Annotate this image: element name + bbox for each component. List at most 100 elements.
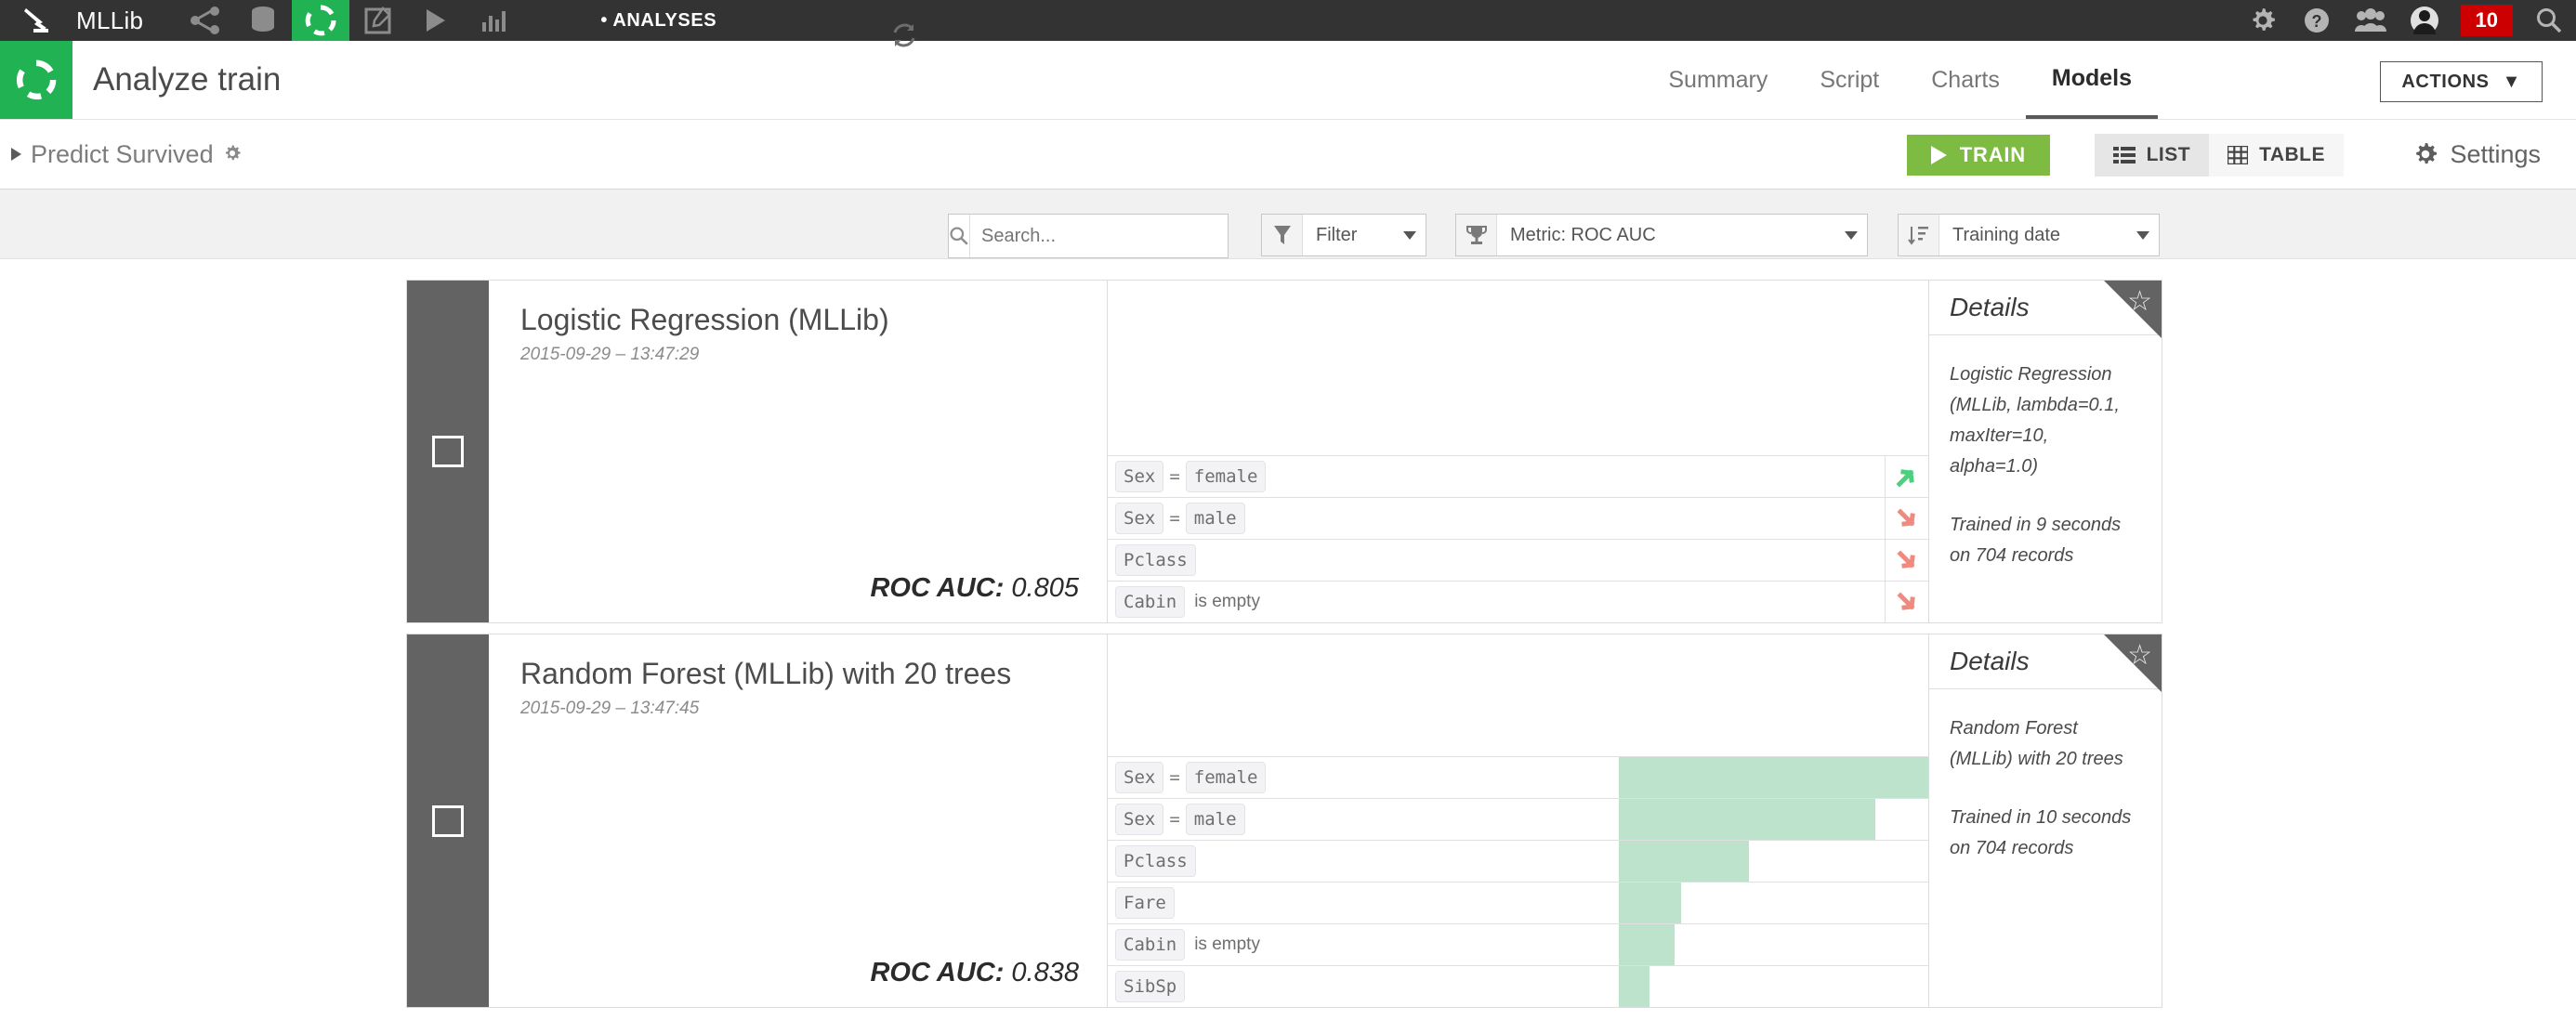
actions-button-label: ACTIONS	[2401, 71, 2490, 92]
sort-icon	[1899, 215, 1939, 255]
admin-settings-button[interactable]	[2236, 0, 2290, 41]
variable-direction	[1885, 498, 1928, 539]
variable-label: Pclass	[1108, 841, 1619, 882]
model-card[interactable]: Logistic Regression (MLLib) 2015-09-29 –…	[406, 280, 2162, 623]
model-checkbox[interactable]	[432, 436, 464, 467]
model-metric-value: 0.838	[1011, 958, 1079, 987]
variable-value: male	[1185, 804, 1245, 835]
train-button[interactable]: TRAIN	[1906, 135, 2050, 176]
variable-bar-zone	[1619, 582, 1885, 622]
tab-script[interactable]: Script	[1794, 41, 1905, 119]
tab-models[interactable]: Models	[2025, 41, 2158, 119]
view-table-label: TABLE	[2259, 144, 2325, 165]
global-search-button[interactable]	[2522, 0, 2576, 41]
nav-analyses[interactable]	[292, 0, 350, 41]
variable-bar	[1619, 841, 1749, 882]
variable-value: male	[1185, 503, 1245, 534]
play-icon	[1930, 146, 1947, 164]
search-icon	[949, 215, 970, 257]
metric-dropdown[interactable]: Metric: ROC AUC	[1455, 214, 1868, 256]
star-icon[interactable]: ☆	[2127, 642, 2152, 670]
view-list-button[interactable]: LIST	[2094, 134, 2210, 177]
view-table-button[interactable]: TABLE	[2209, 134, 2344, 177]
variable-bar	[1619, 924, 1675, 965]
arrow-down-right-icon	[1897, 592, 1915, 610]
model-metric-label: ROC AUC:	[870, 958, 1005, 987]
actions-button[interactable]: ACTIONS ▼	[2380, 61, 2543, 102]
view-mode-toggle: LIST TABLE	[2094, 134, 2344, 177]
variable-importance-chart: Sex = female Sex = male	[1107, 281, 1929, 622]
product-name[interactable]: MLLib	[76, 7, 143, 35]
refresh-button[interactable]	[887, 19, 921, 52]
details-description: Random Forest (MLLib) with 20 trees	[1950, 718, 2123, 769]
app-home-logo[interactable]	[0, 0, 72, 41]
tab-summary[interactable]: Summary	[1642, 41, 1794, 119]
model-select-column[interactable]	[407, 281, 489, 622]
variable-name: Pclass	[1115, 544, 1196, 576]
variable-value: is empty	[1194, 592, 1260, 611]
settings-button[interactable]: Settings	[2412, 120, 2541, 189]
users-icon	[2354, 8, 2386, 32]
model-summary: Logistic Regression (MLLib) 2015-09-29 –…	[489, 281, 1107, 622]
variable-row: Sex = male	[1108, 497, 1928, 539]
variable-label: Pclass	[1108, 540, 1619, 581]
refresh-icon	[893, 23, 915, 47]
search-input[interactable]	[970, 224, 1229, 248]
variable-label: Cabin is empty	[1108, 582, 1619, 622]
gear-icon	[2416, 142, 2438, 164]
variable-operator: =	[1169, 767, 1180, 788]
variable-bar	[1619, 966, 1650, 1007]
model-details-panel: Details ☆ Logistic Regression (MLLib, la…	[1929, 281, 2162, 622]
gear-icon[interactable]	[223, 140, 242, 169]
help-button[interactable]: ?	[2290, 0, 2344, 41]
star-icon[interactable]: ☆	[2127, 288, 2152, 316]
tab-charts[interactable]: Charts	[1905, 41, 2026, 119]
details-description: Logistic Regression (MLLib, lambda=0.1, …	[1950, 364, 2120, 477]
flow-recipe-icon	[191, 7, 220, 34]
model-card[interactable]: Random Forest (MLLib) with 20 trees 2015…	[406, 634, 2162, 1008]
model-select-column[interactable]	[407, 634, 489, 1007]
collaborators-button[interactable]	[2344, 0, 2398, 41]
details-training-info: Trained in 10 seconds on 704 records	[1950, 807, 2132, 858]
nav-dashboards[interactable]	[465, 0, 522, 41]
search-icon	[2537, 8, 2562, 33]
sort-dropdown[interactable]: Training date	[1898, 214, 2160, 256]
variable-bar-zone	[1619, 799, 1928, 840]
nav-jobs[interactable]	[407, 0, 465, 41]
variable-label: Sex = male	[1108, 498, 1619, 539]
chevron-down-icon	[2127, 230, 2159, 240]
model-details-panel: Details ☆ Random Forest (MLLib) with 20 …	[1929, 634, 2162, 1007]
variable-name: Sex	[1115, 503, 1164, 534]
gear-icon	[2253, 8, 2275, 31]
nav-flow-recipe[interactable]	[177, 0, 234, 41]
analysis-icon	[16, 59, 57, 100]
user-avatar-button[interactable]	[2398, 0, 2451, 41]
page-header: Analyze train Summary Script Charts Mode…	[0, 41, 2576, 120]
page-title: Analyze train	[93, 61, 282, 98]
model-metric: ROC AUC: 0.838	[870, 958, 1079, 988]
model-checkbox[interactable]	[432, 804, 464, 837]
model-summary: Random Forest (MLLib) with 20 trees 2015…	[489, 634, 1107, 1007]
nav-notebooks[interactable]	[349, 0, 407, 41]
breadcrumb-label: Predict Survived	[31, 139, 214, 168]
variable-name: Sex	[1115, 762, 1164, 793]
details-training-info: Trained in 9 seconds on 704 records	[1950, 515, 2122, 566]
arrow-up-right-icon	[1896, 469, 1914, 488]
variable-bar	[1619, 757, 1928, 798]
caret-right-icon	[11, 148, 21, 161]
database-icon	[252, 7, 275, 32]
nav-datasets[interactable]	[234, 0, 292, 41]
trophy-icon	[1456, 215, 1497, 255]
variable-operator: =	[1169, 508, 1180, 529]
variable-value: is empty	[1194, 935, 1260, 954]
notification-badge[interactable]: 10	[2460, 5, 2513, 36]
arrow-down-right-icon	[1897, 508, 1915, 527]
avatar-icon	[2410, 7, 2438, 34]
variable-label: SibSp	[1108, 966, 1619, 1007]
variable-operator: =	[1169, 809, 1180, 830]
variable-direction	[1885, 456, 1928, 497]
breadcrumb[interactable]: Predict Survived	[11, 120, 242, 189]
search-box[interactable]	[948, 214, 1229, 258]
filter-dropdown[interactable]: Filter	[1261, 214, 1426, 256]
variable-bar	[1619, 799, 1876, 840]
